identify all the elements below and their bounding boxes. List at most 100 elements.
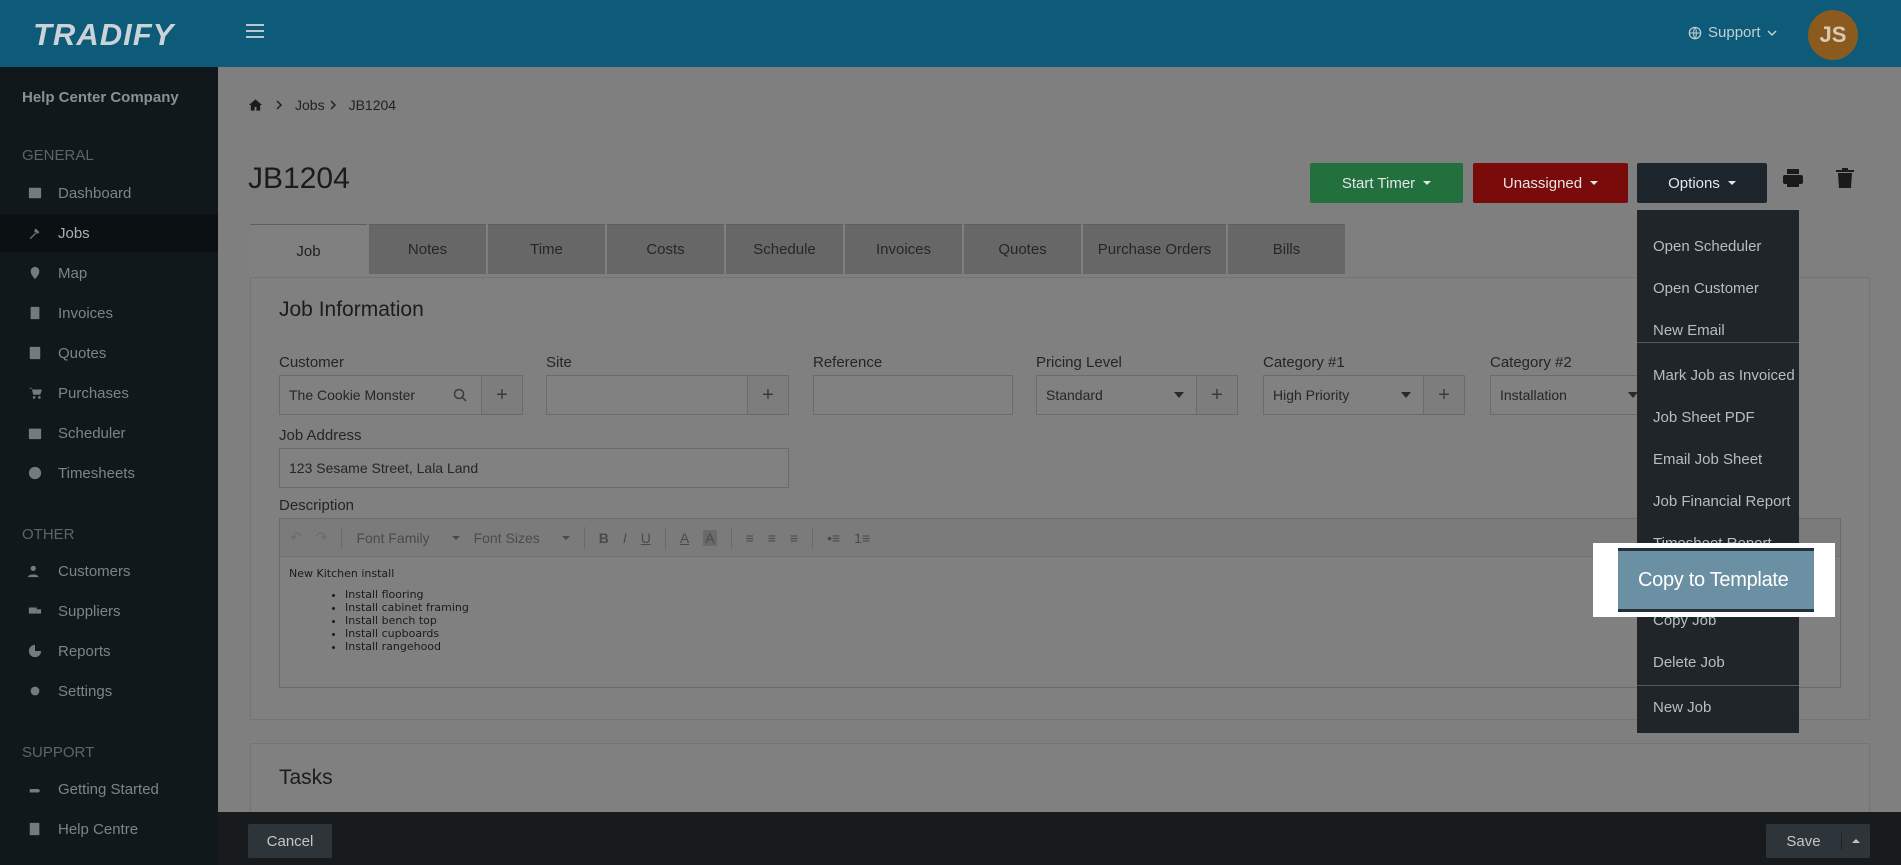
sidebar-item-invoices[interactable]: Invoices [0, 294, 218, 332]
support-menu[interactable]: Support [1688, 24, 1777, 41]
copy-to-template-label: Copy to Template [1638, 569, 1789, 591]
category-2-value: Installation [1500, 387, 1567, 403]
category-2-label: Category #2 [1490, 354, 1572, 371]
menu-item-email-job-sheet[interactable]: Email Job Sheet [1637, 439, 1799, 479]
caret-down-icon [1727, 181, 1736, 185]
add-customer-button[interactable]: + [481, 375, 523, 415]
tab-job[interactable]: Job [250, 224, 367, 277]
sidebar-item-label: Reports [58, 642, 111, 660]
sidebar-item-map[interactable]: Map [0, 254, 218, 292]
customer-value: The Cookie Monster [289, 387, 416, 403]
sidebar-item-purchases[interactable]: Purchases [0, 374, 218, 412]
background-color-icon[interactable]: A [703, 529, 717, 546]
highlight-callout: Copy to Template [1593, 543, 1835, 617]
job-address-label: Job Address [279, 427, 362, 444]
search-icon[interactable] [453, 388, 467, 402]
category-2-select[interactable]: Installation [1490, 375, 1651, 415]
tab-bills[interactable]: Bills [1228, 224, 1345, 274]
list-item: Install cupboards [345, 627, 1831, 640]
assignee-label: Unassigned [1502, 174, 1583, 192]
print-icon[interactable] [1782, 167, 1806, 191]
sidebar-item-suppliers[interactable]: Suppliers [0, 592, 218, 630]
sidebar-item-label: Getting Started [58, 780, 159, 798]
user-avatar[interactable]: JS [1808, 10, 1858, 60]
text-color-icon[interactable]: A [680, 530, 689, 546]
underline-icon[interactable]: U [641, 530, 651, 546]
add-category-1-button[interactable]: + [1423, 375, 1465, 415]
save-button[interactable]: Save [1766, 824, 1870, 858]
job-address-field[interactable]: 123 Sesame Street, Lala Land [279, 448, 789, 488]
font-family-select[interactable]: Font Family [356, 529, 460, 546]
menu-item-delete-job[interactable]: Delete Job [1637, 642, 1799, 682]
sidebar-item-getting-started[interactable]: Getting Started [0, 770, 218, 808]
tab-time[interactable]: Time [488, 224, 605, 274]
start-timer-button[interactable]: Start Timer [1310, 163, 1463, 203]
reference-field[interactable] [813, 375, 1013, 415]
caret-down-icon [1174, 392, 1184, 398]
section-other: OTHER [22, 526, 75, 543]
bullet-list-icon[interactable]: •≡ [827, 530, 840, 546]
italic-icon[interactable]: I [623, 530, 627, 546]
font-family-label: Font Family [356, 529, 430, 546]
breadcrumb: Jobs JB1204 [248, 97, 396, 113]
pricing-level-label: Pricing Level [1036, 354, 1122, 371]
home-icon[interactable] [248, 98, 263, 112]
menu-item-new-job[interactable]: New Job [1637, 687, 1799, 727]
tab-invoices[interactable]: Invoices [845, 224, 962, 274]
tab-schedule[interactable]: Schedule [726, 224, 843, 274]
menu-item-job-financial-report[interactable]: Job Financial Report [1637, 481, 1799, 521]
align-center-icon[interactable]: ≡ [768, 530, 776, 546]
support-label: Support [1708, 24, 1761, 41]
menu-item-copy-to-template[interactable]: Copy to Template [1618, 548, 1814, 612]
sidebar-item-jobs[interactable]: Jobs [0, 214, 218, 252]
align-left-icon[interactable]: ≡ [746, 530, 754, 546]
job-information-card: Job Information Customer The Cookie Mons… [250, 277, 1870, 720]
menu-item-new-email[interactable]: New Email [1637, 310, 1799, 350]
sidebar-item-quotes[interactable]: Quotes [0, 334, 218, 372]
description-label: Description [279, 497, 355, 514]
options-button[interactable]: Options [1637, 163, 1767, 203]
sidebar-item-label: Invoices [58, 304, 114, 322]
sidebar-item-scheduler[interactable]: Scheduler [0, 414, 218, 452]
sidebar-item-timesheets[interactable]: Timesheets [0, 454, 218, 492]
sidebar-item-label: Jobs [58, 224, 90, 242]
bold-icon[interactable]: B [599, 530, 609, 546]
caret-down-icon [1590, 181, 1599, 185]
customer-label: Customer [279, 354, 345, 371]
category-1-select[interactable]: High Priority [1263, 375, 1424, 415]
sidebar-item-label: Suppliers [58, 602, 121, 620]
sidebar-item-help-centre[interactable]: Help Centre [0, 810, 218, 848]
tab-purchase-orders[interactable]: Purchase Orders [1083, 224, 1226, 274]
menu-item-job-sheet-pdf[interactable]: Job Sheet PDF [1637, 397, 1799, 437]
numbered-list-icon[interactable]: 1≡ [854, 530, 870, 546]
sidebar-item-dashboard[interactable]: Dashboard [0, 174, 218, 212]
tab-costs[interactable]: Costs [607, 224, 724, 274]
options-label: Options [1668, 174, 1720, 192]
align-right-icon[interactable]: ≡ [790, 530, 798, 546]
sidebar-item-reports[interactable]: Reports [0, 632, 218, 670]
tab-notes[interactable]: Notes [369, 224, 486, 274]
customer-field[interactable]: The Cookie Monster [279, 375, 482, 415]
tab-quotes[interactable]: Quotes [964, 224, 1081, 274]
font-size-select[interactable]: Font Sizes [474, 530, 570, 546]
pricing-level-select[interactable]: Standard [1036, 375, 1197, 415]
tradify-logo[interactable]: TRADIFY [33, 17, 174, 53]
caret-up-icon[interactable] [1852, 839, 1860, 843]
undo-icon[interactable]: ↶ [290, 529, 302, 546]
redo-icon[interactable]: ↷ [316, 529, 328, 546]
sidebar-item-customers[interactable]: Customers [0, 552, 218, 590]
breadcrumb-jobs[interactable]: Jobs [295, 97, 325, 113]
add-pricing-button[interactable]: + [1196, 375, 1238, 415]
assignee-button[interactable]: Unassigned [1473, 163, 1628, 203]
sidebar-item-settings[interactable]: Settings [0, 672, 218, 710]
cancel-button[interactable]: Cancel [248, 824, 332, 858]
menu-item-mark-invoiced[interactable]: Mark Job as Invoiced [1637, 355, 1799, 395]
list-item: Install rangehood [345, 640, 1831, 653]
add-site-button[interactable]: + [747, 375, 789, 415]
menu-item-open-customer[interactable]: Open Customer [1637, 268, 1799, 308]
map-pin-icon [28, 266, 42, 280]
site-field[interactable] [546, 375, 748, 415]
trash-icon[interactable] [1834, 167, 1858, 191]
menu-toggle-icon[interactable] [246, 24, 264, 40]
menu-item-open-scheduler[interactable]: Open Scheduler [1637, 226, 1799, 266]
